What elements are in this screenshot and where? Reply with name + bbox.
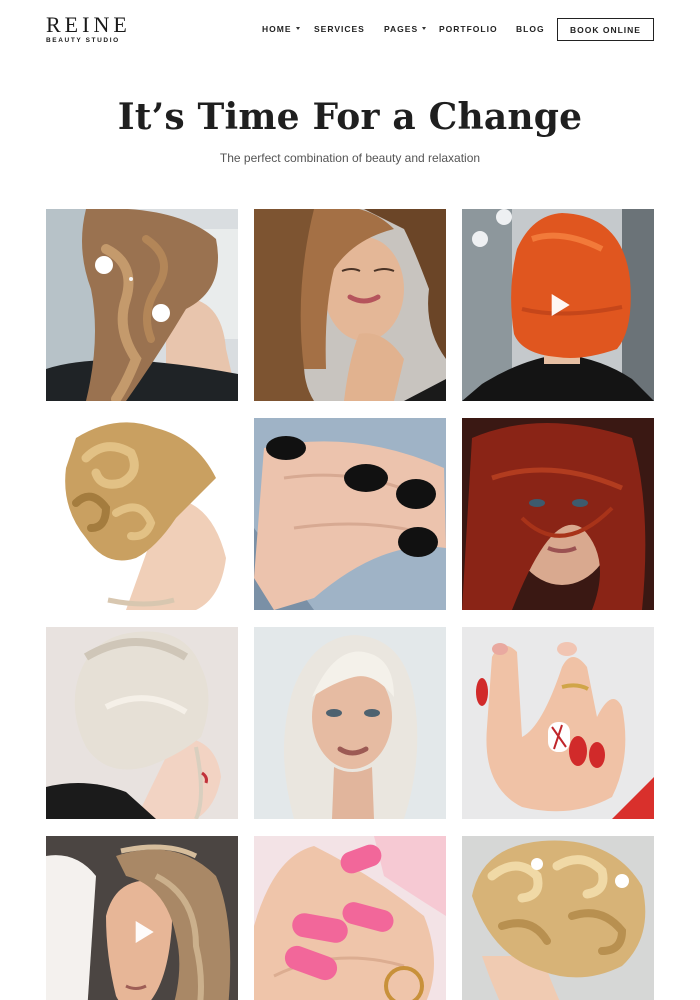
nav-item-label: PAGES <box>384 24 419 34</box>
gallery-tile-blonde-updo[interactable] <box>46 418 238 610</box>
nav-item-label: SERVICES <box>314 24 365 34</box>
blonde-curled-updo-photo <box>462 836 654 1000</box>
wavy-hair-profile-photo <box>46 836 238 1000</box>
red-manicure-photo <box>462 627 654 819</box>
nav-item-blog[interactable]: BLOG <box>516 24 545 34</box>
pink-manicure-photo <box>254 836 446 1000</box>
nav-item-pages[interactable]: PAGES <box>384 24 427 34</box>
play-icon[interactable] <box>551 294 570 316</box>
play-icon[interactable] <box>135 921 154 943</box>
braided-hair-photo <box>46 209 238 401</box>
nav-item-label: PORTFOLIO <box>439 24 498 34</box>
brand-tagline: BEAUTY STUDIO <box>46 37 120 44</box>
portfolio-gallery <box>46 209 654 1000</box>
curly-hair-portrait-photo <box>254 209 446 401</box>
site-header: REINE BEAUTY STUDIO HOME SERVICES PAGES … <box>0 0 700 62</box>
book-online-button[interactable]: BOOK ONLINE <box>557 18 654 41</box>
platinum-portrait-photo <box>254 627 446 819</box>
brand-logo[interactable]: REINE BEAUTY STUDIO <box>46 12 131 45</box>
brand-name: REINE <box>46 12 131 37</box>
gallery-tile-platinum-portrait[interactable] <box>254 627 446 819</box>
nav-item-portfolio[interactable]: PORTFOLIO <box>439 24 498 34</box>
page-subtitle: The perfect combination of beauty and re… <box>219 151 481 165</box>
chevron-down-icon <box>295 27 300 31</box>
gallery-tile-red-manicure[interactable] <box>462 627 654 819</box>
gallery-tile-pink-manicure[interactable] <box>254 836 446 1000</box>
nav-item-label: HOME <box>262 24 292 34</box>
blonde-updo-photo <box>46 418 238 610</box>
gallery-tile-wavy-hair-profile[interactable] <box>46 836 238 1000</box>
nav-item-home[interactable]: HOME <box>262 24 300 34</box>
black-manicure-photo <box>254 418 446 610</box>
red-hair-portrait-photo <box>462 418 654 610</box>
gallery-tile-curly-brown-hair[interactable] <box>254 209 446 401</box>
page-title: It’s Time For a Change <box>117 96 583 138</box>
nav-item-label: BLOG <box>516 24 545 34</box>
platinum-bun-photo <box>46 627 238 819</box>
gallery-tile-red-bob[interactable] <box>462 209 654 401</box>
nav-item-services[interactable]: SERVICES <box>314 24 365 34</box>
gallery-tile-braided-hair[interactable] <box>46 209 238 401</box>
gallery-tile-blonde-curled-updo[interactable] <box>462 836 654 1000</box>
gallery-tile-red-hair-portrait[interactable] <box>462 418 654 610</box>
gallery-tile-platinum-bun[interactable] <box>46 627 238 819</box>
chevron-down-icon <box>422 27 427 31</box>
gallery-tile-black-manicure[interactable] <box>254 418 446 610</box>
